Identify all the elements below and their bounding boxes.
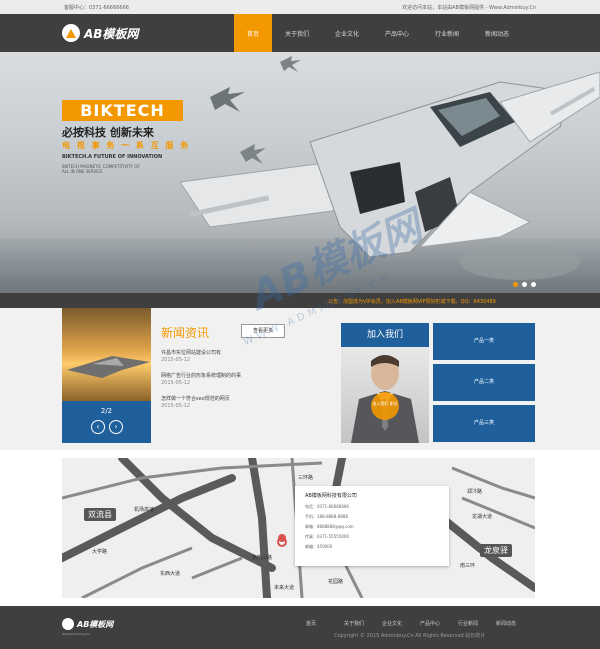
map-label: 三环路 [298,475,314,481]
pager-counter: 2/2 [100,407,113,415]
footer-nav-home[interactable]: 首页 [306,620,344,627]
welcome-text[interactable]: 欢迎访问本站，本站由AB模板网提供 - Www.Adminbuy.Cn [402,4,536,11]
news-date: 2015-05-12 [161,380,191,386]
footer-nav-industry-news[interactable]: 行业新闻 [458,620,496,627]
fighter-jet-image [179,56,600,280]
contact-zip: 邮编：450000 [305,544,333,549]
middle-section: 2/2 ‹ › 新闻资讯 查看更多 许昌市实位网站建设公司有 2015-05-1… [0,308,600,450]
stealth-jet-icon [67,356,150,378]
next-arrow-icon[interactable]: › [109,420,123,434]
map-label: 郑汴路 [467,489,483,495]
product-category-3[interactable]: 产品三类 [433,405,535,442]
slider-dot-1[interactable] [513,282,518,287]
slider-dots [513,282,536,287]
news-panel: 新闻资讯 查看更多 许昌市实位网站建设公司有 2015-05-12 网络广告行业… [161,308,331,443]
product-category-2[interactable]: 产品二类 [433,364,535,401]
footer-nav-culture[interactable]: 企业文化 [382,620,420,627]
map-label: 龙湖大道 [472,514,493,520]
header: AB模板网 首页 关于我们 企业文化 产品中心 行业新闻 新闻动态 [0,14,600,52]
nav-item-about[interactable]: 关于我们 [272,14,322,52]
footer-logo[interactable]: AB模板网 Www.Adminbuy.Cn [62,618,114,636]
news-item[interactable]: 网络广告行业的形象系统理制的的事 [161,372,241,379]
hero-brand: BIKTECH [62,100,183,121]
contact-mobile: 手机：188-8888-8888 [305,514,348,519]
photo-pager: 2/2 ‹ › [62,401,151,443]
footer-logo-text: AB模板网 [77,619,114,629]
footer-logo-sub: Www.Adminbuy.Cn [62,632,91,636]
join-us-panel[interactable]: 加入我们 加入我们 职位 [341,323,429,443]
join-badge: 加入我们 职位 [371,392,399,420]
map-tag: 双流县 [84,508,116,521]
hero-subtitle: 电 视 事 务 一 系 互 服 务 [62,141,191,150]
nav-item-culture[interactable]: 企业文化 [322,14,372,52]
nav-item-products[interactable]: 产品中心 [372,14,422,52]
company-name: AB模板网科技有限公司 [305,493,357,499]
prev-arrow-icon[interactable]: ‹ [91,420,105,434]
contact-fax: 传真：0371-55555000 [305,534,349,539]
map-label: 花园路 [328,579,344,585]
company-info-card: AB模板网科技有限公司 电话：0371-66666666 手机：188-8888… [295,486,449,566]
contact-phone: 电话：0371-66666666 [305,504,349,509]
map-tag: 龙泉驿 [480,544,512,557]
map-label: 未来大道 [274,585,295,591]
footer-nav-products[interactable]: 产品中心 [420,620,458,627]
map-label: 大学路 [92,549,108,555]
nav-item-industry-news[interactable]: 行业新闻 [422,14,472,52]
hero-slogan: 必按科技 创新未来 [62,126,154,139]
main-nav: 首页 关于我们 企业文化 产品中心 行业新闻 新闻动态 [234,14,522,52]
footer-nav: 首页 关于我们 企业文化 产品中心 行业新闻 新闻动态 [306,620,534,627]
slider-dot-2[interactable] [522,282,527,287]
news-date: 2015-05-12 [161,403,191,409]
product-category-1[interactable]: 产品一类 [433,323,535,360]
news-item[interactable]: 怎样做一个符合seo规范的网页 [161,395,230,402]
slider-dot-3[interactable] [531,282,536,287]
map-label: 紫荆山路 [252,555,273,561]
announcement-bar: 公告：加盟成为VIP会员，加入AB模板网VIP赞好形成下载，QQ：8430489 [0,293,600,308]
hero-en-title: BIKTECH.A FUTURE OF INNOVATION [62,154,163,160]
nav-item-news[interactable]: 新闻动态 [472,14,522,52]
news-date: 2015-05-12 [161,357,191,363]
phone-text: 客服中心：0371-66666666 [64,5,129,11]
footer-logo-icon [62,618,74,630]
location-map[interactable]: 双流县 龙泉驿 三环路 机场高速 大学路 东西大道 龙湖大道 紫荆山路 花园路 … [62,458,535,598]
logo-text: AB模板网 [84,26,139,41]
hero-banner[interactable]: BIKTECH 必按科技 创新未来 电 视 事 务 一 系 互 服 务 BIKT… [0,52,600,293]
contact-email[interactable]: 邮箱：8888888@qq.com [305,524,439,530]
footer-nav-news[interactable]: 新闻动态 [496,620,534,627]
footer: AB模板网 Www.Adminbuy.Cn 首页 关于我们 企业文化 产品中心 … [0,606,600,649]
news-title: 新闻资讯 [161,326,210,340]
join-us-title: 加入我们 [341,323,429,347]
hero-en-subtitle: BIKTECH MAGNETIC COMPETITIVITY OF ALL IN… [62,164,140,174]
map-label: 机场高速 [134,507,155,513]
logo-icon [62,24,80,42]
logo[interactable]: AB模板网 [62,24,138,42]
footer-nav-about[interactable]: 关于我们 [344,620,382,627]
map-label: 南三环 [460,563,476,569]
map-label: 东西大道 [160,571,181,577]
copyright: Copyright © 2015 Adminbuy.Cn All Rights … [334,633,486,639]
top-bar: 客服中心：0371-66666666 欢迎访问本站，本站由AB模板网提供 - W… [0,0,600,14]
nav-item-home[interactable]: 首页 [234,14,272,52]
news-item[interactable]: 许昌市实位网站建设公司有 [161,349,221,356]
news-photo[interactable] [62,308,151,401]
